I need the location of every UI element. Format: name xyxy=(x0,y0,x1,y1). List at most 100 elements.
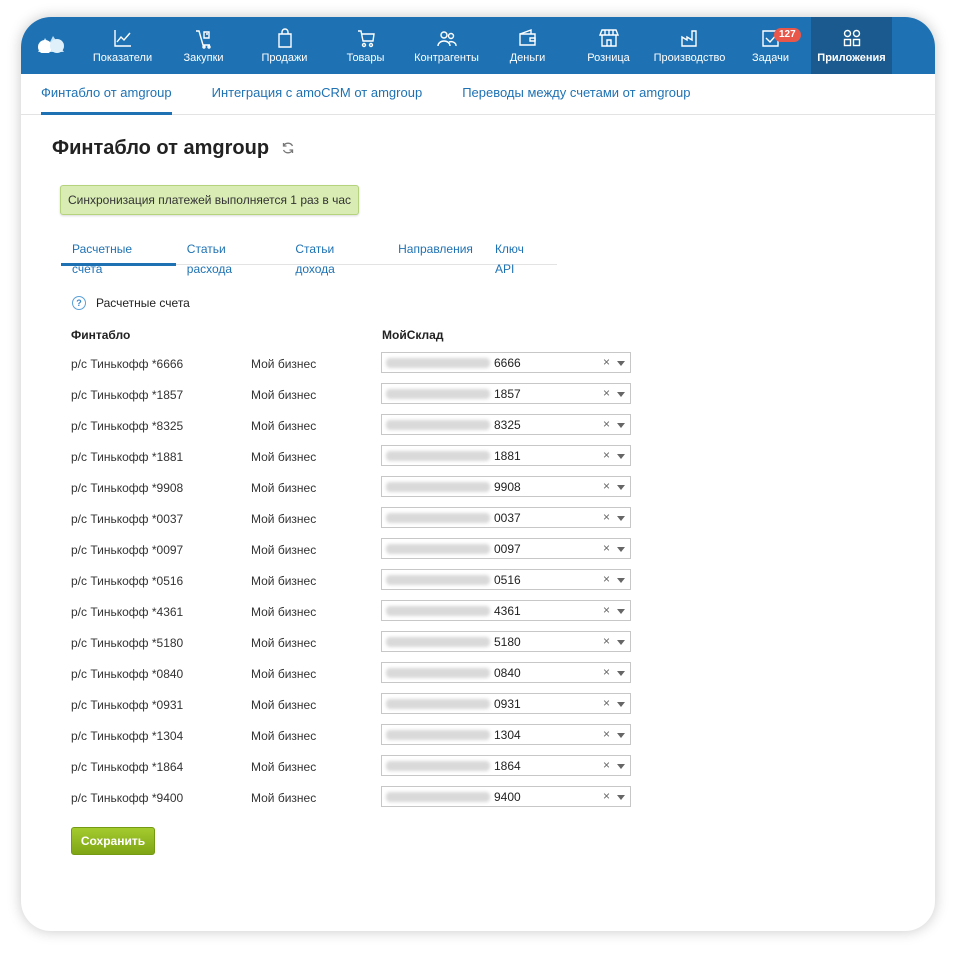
account-select[interactable]: 1304 × xyxy=(381,724,631,745)
subnav-tab-fintablo[interactable]: Финтабло от amgroup xyxy=(41,74,172,115)
account-select[interactable]: 0931 × xyxy=(381,693,631,714)
account-select-value: 1304 xyxy=(494,728,521,742)
account-select[interactable]: 0516 × xyxy=(381,569,631,590)
nav-item-apps[interactable]: Приложения xyxy=(811,17,892,74)
clear-icon[interactable]: × xyxy=(603,634,610,648)
logo[interactable] xyxy=(21,17,82,74)
table-row: р/с Тинькофф *0931 Мой бизнес 0931 × xyxy=(21,693,935,724)
subnav-tab-amocrm[interactable]: Интеграция с amoCRM от amgroup xyxy=(212,74,423,115)
save-button[interactable]: Сохранить xyxy=(71,827,155,855)
clear-icon[interactable]: × xyxy=(603,603,610,617)
table-row: р/с Тинькофф *6666 Мой бизнес 6666 × xyxy=(21,352,935,383)
top-navigation: Показатели Закупки Продажи Товары Контра… xyxy=(21,17,935,74)
clear-icon[interactable]: × xyxy=(603,572,610,586)
clear-icon[interactable]: × xyxy=(603,727,610,741)
nav-item-sales[interactable]: Продажи xyxy=(244,17,325,74)
clear-icon[interactable]: × xyxy=(603,510,610,524)
chevron-down-icon[interactable] xyxy=(617,392,625,397)
clear-icon[interactable]: × xyxy=(603,696,610,710)
nav-item-counterparties[interactable]: Контрагенты xyxy=(406,17,487,74)
tab-income[interactable]: Статьи дохода xyxy=(284,239,387,276)
account-select[interactable]: 8325 × xyxy=(381,414,631,435)
account-name: р/с Тинькофф *1881 xyxy=(71,450,184,464)
refresh-icon[interactable] xyxy=(281,141,295,155)
section-label: Расчетные счета xyxy=(96,296,190,310)
tab-api-key[interactable]: Ключ API xyxy=(484,239,557,276)
chevron-down-icon[interactable] xyxy=(617,640,625,645)
nav-item-money[interactable]: Деньги xyxy=(487,17,568,74)
account-select[interactable]: 0840 × xyxy=(381,662,631,683)
clear-icon[interactable]: × xyxy=(603,355,610,369)
account-select-value: 0516 xyxy=(494,573,521,587)
account-select[interactable]: 4361 × xyxy=(381,600,631,621)
tab-directions[interactable]: Направления xyxy=(387,239,484,265)
chevron-down-icon[interactable] xyxy=(617,454,625,459)
account-select-value: 0037 xyxy=(494,511,521,525)
account-select[interactable]: 9400 × xyxy=(381,786,631,807)
account-select-value: 0097 xyxy=(494,542,521,556)
clear-icon[interactable]: × xyxy=(603,448,610,462)
account-select[interactable]: 9908 × xyxy=(381,476,631,497)
blurred-account-number xyxy=(386,482,490,492)
nav-label: Товары xyxy=(346,52,385,64)
business-name: Мой бизнес xyxy=(251,481,317,495)
account-name: р/с Тинькофф *0840 xyxy=(71,667,184,681)
clear-icon[interactable]: × xyxy=(603,479,610,493)
chevron-down-icon[interactable] xyxy=(617,547,625,552)
nav-item-purchases[interactable]: Закупки xyxy=(163,17,244,74)
clear-icon[interactable]: × xyxy=(603,386,610,400)
nav-item-tasks[interactable]: Задачи 127 xyxy=(730,17,811,74)
chevron-down-icon[interactable] xyxy=(617,423,625,428)
clear-icon[interactable]: × xyxy=(603,541,610,555)
subnav-tab-transfers[interactable]: Переводы между счетами от amgroup xyxy=(462,74,690,115)
account-select[interactable]: 1857 × xyxy=(381,383,631,404)
chevron-down-icon[interactable] xyxy=(617,733,625,738)
tab-accounts[interactable]: Расчетные счета xyxy=(61,239,176,276)
chevron-down-icon[interactable] xyxy=(617,485,625,490)
account-select[interactable]: 1864 × xyxy=(381,755,631,776)
business-name: Мой бизнес xyxy=(251,729,317,743)
business-name: Мой бизнес xyxy=(251,791,317,805)
chevron-down-icon[interactable] xyxy=(617,609,625,614)
blurred-account-number xyxy=(386,544,490,554)
store-icon xyxy=(598,29,619,47)
account-name: р/с Тинькофф *0516 xyxy=(71,574,184,588)
cart-icon xyxy=(357,30,375,48)
chevron-down-icon[interactable] xyxy=(617,578,625,583)
nav-item-retail[interactable]: Розница xyxy=(568,17,649,74)
chevron-down-icon[interactable] xyxy=(617,795,625,800)
tab-expenses[interactable]: Статьи расхода xyxy=(176,239,285,276)
blurred-account-number xyxy=(386,668,490,678)
account-select[interactable]: 0097 × xyxy=(381,538,631,559)
account-select-value: 1864 xyxy=(494,759,521,773)
clear-icon[interactable]: × xyxy=(603,417,610,431)
account-select[interactable]: 1881 × xyxy=(381,445,631,466)
chevron-down-icon[interactable] xyxy=(617,516,625,521)
account-name: р/с Тинькофф *5180 xyxy=(71,636,184,650)
account-name: р/с Тинькофф *8325 xyxy=(71,419,184,433)
business-name: Мой бизнес xyxy=(251,636,317,650)
account-name: р/с Тинькофф *1864 xyxy=(71,760,184,774)
account-name: р/с Тинькофф *9908 xyxy=(71,481,184,495)
nav-item-goods[interactable]: Товары xyxy=(325,17,406,74)
chevron-down-icon[interactable] xyxy=(617,361,625,366)
clear-icon[interactable]: × xyxy=(603,789,610,803)
chevron-down-icon[interactable] xyxy=(617,671,625,676)
business-name: Мой бизнес xyxy=(251,667,317,681)
table-row: р/с Тинькофф *1857 Мой бизнес 1857 × xyxy=(21,383,935,414)
chevron-down-icon[interactable] xyxy=(617,764,625,769)
account-mapping-list: р/с Тинькофф *6666 Мой бизнес 6666 × р/с Тин… xyxy=(21,352,935,817)
nav-item-production[interactable]: Производство xyxy=(649,17,730,74)
table-row: р/с Тинькофф *9400 Мой бизнес 9400 × xyxy=(21,786,935,817)
table-row: р/с Тинькофф *9908 Мой бизнес 9908 × xyxy=(21,476,935,507)
help-icon[interactable]: ? xyxy=(72,296,86,310)
chevron-down-icon[interactable] xyxy=(617,702,625,707)
nav-item-indicators[interactable]: Показатели xyxy=(82,17,163,74)
clear-icon[interactable]: × xyxy=(603,665,610,679)
factory-icon xyxy=(680,30,697,47)
clear-icon[interactable]: × xyxy=(603,758,610,772)
account-select[interactable]: 5180 × xyxy=(381,631,631,652)
account-select[interactable]: 6666 × xyxy=(381,352,631,373)
account-select[interactable]: 0037 × xyxy=(381,507,631,528)
account-name: р/с Тинькофф *1304 xyxy=(71,729,184,743)
